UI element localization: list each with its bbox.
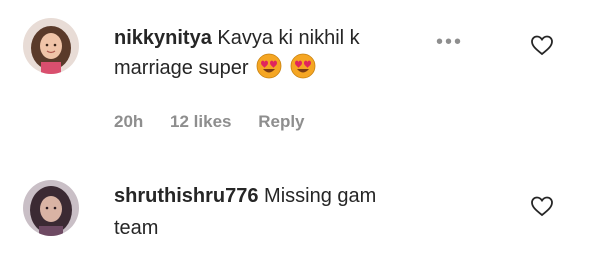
comment-body-line2: marriage super <box>114 57 249 79</box>
more-options-icon[interactable]: ••• <box>428 26 464 58</box>
reply-button[interactable]: Reply <box>258 112 304 131</box>
comment-username[interactable]: shruthishru776 <box>114 185 258 207</box>
comment-text-line2: team <box>114 212 158 244</box>
comment-text-line2: marriage super <box>114 52 316 84</box>
avatar[interactable] <box>23 180 79 236</box>
comment-meta: 20h 12 likes Reply <box>114 112 327 132</box>
comment-1: nikkynitya Kavya ki nikhil k ••• marriag… <box>0 0 600 160</box>
comment-text: shruthishru776 Missing gam <box>114 180 494 212</box>
like-heart-icon[interactable] <box>530 33 554 57</box>
comment-likes[interactable]: 12 likes <box>170 112 231 131</box>
comment-body-line1: Kavya ki nikhil k <box>217 27 360 49</box>
comment-text: nikkynitya Kavya ki nikhil k <box>114 22 434 54</box>
comment-time[interactable]: 20h <box>114 112 143 131</box>
heart-eyes-emoji <box>256 53 282 79</box>
comment-2: shruthishru776 Missing gam team <box>0 160 600 260</box>
comment-body-line2: team <box>114 217 159 239</box>
comment-username[interactable]: nikkynitya <box>114 27 212 49</box>
comment-body-line1: Missing gam <box>264 185 377 207</box>
avatar[interactable] <box>23 18 79 74</box>
like-heart-icon[interactable] <box>530 194 554 218</box>
heart-eyes-emoji <box>290 53 316 79</box>
